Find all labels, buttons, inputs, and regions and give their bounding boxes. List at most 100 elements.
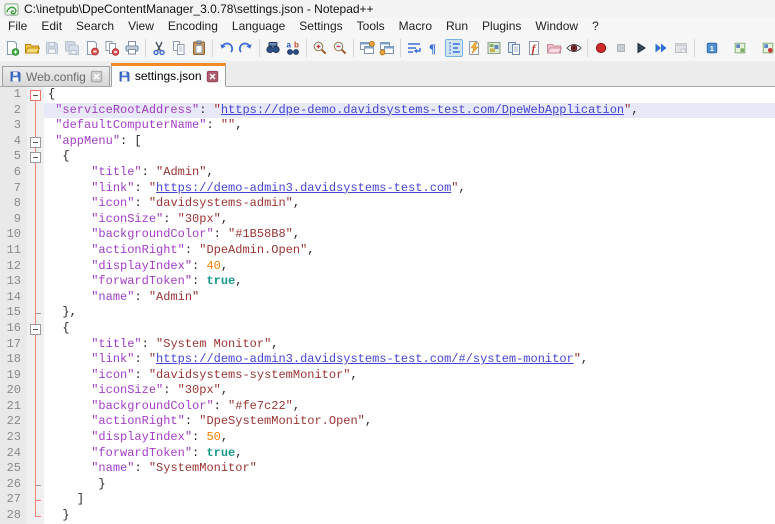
fold-margin: [27, 103, 44, 119]
find-icon[interactable]: [264, 39, 282, 57]
close-tab-icon[interactable]: [90, 70, 103, 83]
macro-save-icon[interactable]: [672, 39, 690, 57]
macro-stop-icon[interactable]: [612, 39, 630, 57]
code-line[interactable]: 1{: [0, 87, 775, 103]
code-line[interactable]: 17 "title": "System Monitor",: [0, 337, 775, 353]
indent-guide-icon[interactable]: [445, 39, 463, 57]
copy-icon[interactable]: [170, 39, 188, 57]
title-bar[interactable]: C:\inetpub\DpeContentManager_3.0.78\sett…: [0, 0, 775, 18]
code-line[interactable]: 28 }: [0, 508, 775, 524]
menu-item-view[interactable]: View: [121, 18, 161, 35]
code-line[interactable]: 6 "title": "Admin",: [0, 165, 775, 181]
toolbar-separator: [306, 39, 307, 57]
toolbar: ab¶f1Σ: [0, 35, 775, 62]
print-icon[interactable]: [123, 39, 141, 57]
code-line[interactable]: 27 ]: [0, 492, 775, 508]
fold-margin: [27, 87, 44, 103]
open-file-icon[interactable]: [23, 39, 41, 57]
macro-play-icon[interactable]: [632, 39, 650, 57]
fold-collapse-icon[interactable]: [30, 90, 41, 101]
tab-web-config[interactable]: Web.config: [2, 66, 110, 86]
toolbar-separator: [400, 39, 401, 57]
replace-icon[interactable]: ab: [284, 39, 302, 57]
fold-collapse-icon[interactable]: [30, 152, 41, 163]
fold-collapse-icon[interactable]: [30, 137, 41, 148]
save-all-icon[interactable]: [63, 39, 81, 57]
menu-item-file[interactable]: File: [1, 18, 34, 35]
line-number: 27: [0, 492, 27, 508]
code-line[interactable]: 20 "iconSize": "30px",: [0, 383, 775, 399]
menu-item-help[interactable]: ?: [585, 18, 606, 35]
redo-icon[interactable]: [237, 39, 255, 57]
word-wrap-icon[interactable]: [405, 39, 423, 57]
code-line[interactable]: 9 "iconSize": "30px",: [0, 212, 775, 228]
code-text: }: [44, 508, 775, 524]
code-line[interactable]: 5 {: [0, 149, 775, 165]
zoom-in-icon[interactable]: [311, 39, 329, 57]
menu-item-search[interactable]: Search: [69, 18, 121, 35]
code-line[interactable]: 24 "forwardToken": true,: [0, 446, 775, 462]
document-map-icon[interactable]: [485, 39, 503, 57]
function-list-icon[interactable]: f: [525, 39, 543, 57]
code-text: "title": "Admin",: [44, 165, 775, 181]
plugin-icon-3-icon[interactable]: [759, 39, 775, 57]
code-line[interactable]: 22 "actionRight": "DpeSystemMonitor.Open…: [0, 414, 775, 430]
code-line[interactable]: 19 "icon": "davidsystems-systemMonitor",: [0, 368, 775, 384]
monitoring-icon[interactable]: [565, 39, 583, 57]
code-line[interactable]: 25 "name": "SystemMonitor": [0, 461, 775, 477]
show-all-characters-icon[interactable]: ¶: [425, 39, 443, 57]
sync-vertical-scroll-icon[interactable]: [358, 39, 376, 57]
undo-icon[interactable]: [217, 39, 235, 57]
code-line[interactable]: 14 "name": "Admin": [0, 290, 775, 306]
line-number: 22: [0, 414, 27, 430]
close-file-icon[interactable]: [83, 39, 101, 57]
menu-item-run[interactable]: Run: [439, 18, 475, 35]
menu-item-encoding[interactable]: Encoding: [161, 18, 225, 35]
menu-item-language[interactable]: Language: [225, 18, 292, 35]
code-line[interactable]: 10 "backgroundColor": "#1B58B8",: [0, 227, 775, 243]
code-line[interactable]: 13 "forwardToken": true,: [0, 274, 775, 290]
line-number: 21: [0, 399, 27, 415]
close-tab-icon[interactable]: [206, 70, 219, 83]
menu-item-tools[interactable]: Tools: [350, 18, 392, 35]
code-line[interactable]: 18 "link": "https://demo-admin3.davidsys…: [0, 352, 775, 368]
save-icon[interactable]: [43, 39, 61, 57]
code-line[interactable]: 23 "displayIndex": 50,: [0, 430, 775, 446]
menu-item-edit[interactable]: Edit: [34, 18, 69, 35]
new-file-icon[interactable]: [3, 39, 21, 57]
code-line[interactable]: 3 "defaultComputerName": "",: [0, 118, 775, 134]
editor-area[interactable]: 1{2 "serviceRootAddress": "https://dpe-d…: [0, 87, 775, 524]
plugin-icon-2-icon[interactable]: [731, 39, 749, 57]
code-line[interactable]: 15 },: [0, 305, 775, 321]
tab-settings-json[interactable]: settings.json: [111, 63, 226, 87]
document-switcher-icon[interactable]: [505, 39, 523, 57]
code-line[interactable]: 21 "backgroundColor": "#fe7c22",: [0, 399, 775, 415]
code-line[interactable]: 16 {: [0, 321, 775, 337]
file-browser-icon[interactable]: [465, 39, 483, 57]
code-line[interactable]: 12 "displayIndex": 40,: [0, 259, 775, 275]
menu-item-window[interactable]: Window: [528, 18, 585, 35]
fold-collapse-icon[interactable]: [30, 324, 41, 335]
code-line[interactable]: 4 "appMenu": [: [0, 134, 775, 150]
fold-margin: [27, 337, 44, 353]
zoom-out-icon[interactable]: [331, 39, 349, 57]
macro-run-multiple-icon[interactable]: [652, 39, 670, 57]
paste-icon[interactable]: [190, 39, 208, 57]
code-line[interactable]: 7 "link": "https://demo-admin3.davidsyst…: [0, 181, 775, 197]
toolbar-separator: [212, 39, 213, 57]
menu-item-macro[interactable]: Macro: [392, 18, 439, 35]
code-line[interactable]: 8 "icon": "davidsystems-admin",: [0, 196, 775, 212]
code-line[interactable]: 2 "serviceRootAddress": "https://dpe-dem…: [0, 103, 775, 119]
plugin-icon-1-icon[interactable]: 1: [703, 39, 721, 57]
code-line[interactable]: 11 "actionRight": "DpeAdmin.Open",: [0, 243, 775, 259]
menu-item-settings[interactable]: Settings: [292, 18, 349, 35]
menu-item-plugins[interactable]: Plugins: [475, 18, 528, 35]
cut-icon[interactable]: [150, 39, 168, 57]
code-text: "icon": "davidsystems-systemMonitor",: [44, 368, 775, 384]
sync-horizontal-scroll-icon[interactable]: [378, 39, 396, 57]
folder-as-workspace-icon[interactable]: [545, 39, 563, 57]
close-all-files-icon[interactable]: [103, 39, 121, 57]
code-text: "name": "Admin": [44, 290, 775, 306]
code-line[interactable]: 26 }: [0, 477, 775, 493]
macro-record-icon[interactable]: [592, 39, 610, 57]
